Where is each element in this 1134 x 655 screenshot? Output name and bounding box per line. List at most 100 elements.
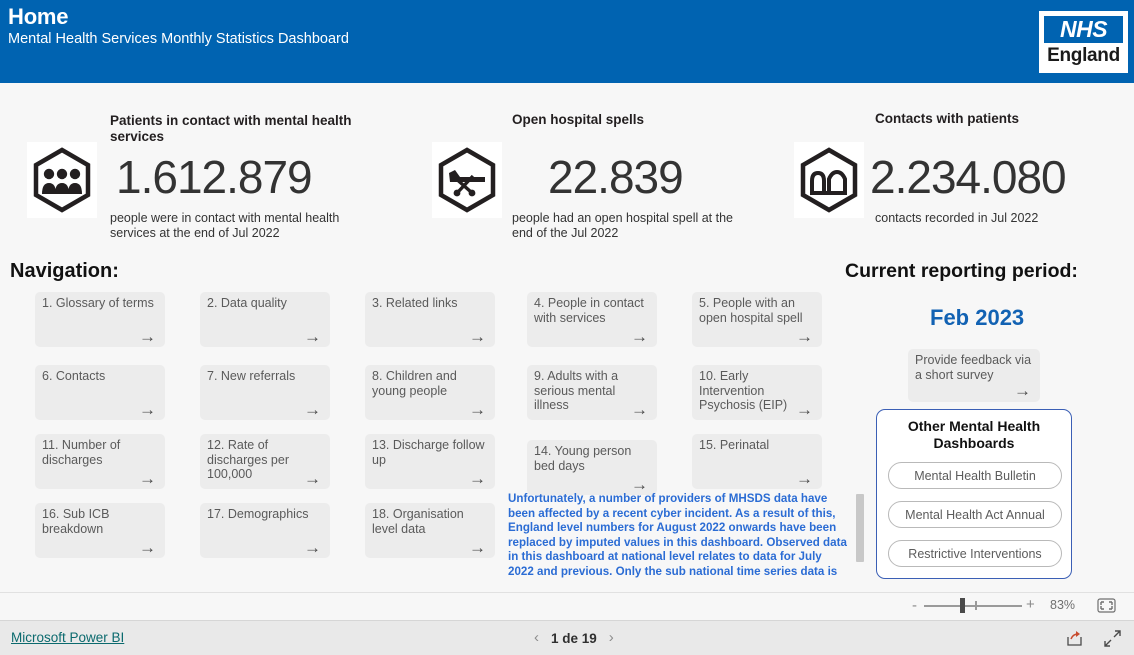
arrow-right-icon: →	[631, 327, 648, 346]
arrow-right-icon: →	[631, 475, 648, 494]
nav-card-label: 3. Related links	[372, 296, 458, 310]
kpi-value: 1.612.879	[116, 151, 313, 203]
navigation-heading: Navigation:	[10, 260, 119, 282]
nav-card-perinatal[interactable]: 15. Perinatal →	[692, 434, 822, 489]
mental-health-bulletin-button[interactable]: Mental Health Bulletin	[888, 462, 1062, 489]
nav-card-label: 2. Data quality	[207, 296, 287, 310]
other-dashboards-title: Other Mental Health Dashboards	[907, 418, 1041, 451]
reporting-period-title: Current reporting period:	[845, 260, 1078, 282]
nav-card-people-in-contact-with-services[interactable]: 4. People in contact with services →	[527, 292, 657, 347]
kpi-value: 2.234.080	[870, 151, 1067, 203]
mental-health-act-annual-button[interactable]: Mental Health Act Annual	[888, 501, 1062, 528]
arrow-right-icon: →	[139, 469, 156, 488]
page-title: Home	[8, 4, 69, 29]
reporting-period-value: Feb 2023	[930, 305, 1025, 330]
nav-card-young-person-bed-days[interactable]: 14. Young person bed days →	[527, 440, 657, 495]
nav-card-number-of-discharges[interactable]: 11. Number of discharges →	[35, 434, 165, 489]
nhs-england-logo: NHS England	[1039, 11, 1128, 73]
people-hexagon-icon	[27, 142, 97, 218]
nav-card-new-referrals[interactable]: 7. New referrals →	[200, 365, 330, 420]
nav-card-sub-icb-breakdown[interactable]: 16. Sub ICB breakdown →	[35, 503, 165, 558]
nav-card-label: 8. Children and young people	[372, 369, 457, 398]
kpi-title: Contacts with patients	[875, 111, 1020, 126]
power-bi-link[interactable]: Microsoft Power BI	[11, 630, 124, 645]
arrow-right-icon: →	[469, 538, 486, 557]
arrow-right-icon: →	[139, 538, 156, 557]
cyber-incident-notice: Unfortunately, a number of providers of …	[508, 492, 864, 578]
page-header: Home Mental Health Services Monthly Stat…	[0, 0, 1134, 83]
arrow-right-icon: →	[304, 469, 321, 488]
kpi-title: Patients in contact with mental health s…	[110, 113, 352, 144]
nav-card-people-with-open-hospital-spell[interactable]: 5. People with an open hospital spell →	[692, 292, 822, 347]
zoom-percent-label: 83%	[1050, 598, 1076, 612]
nhs-logo-text: NHS	[1044, 16, 1123, 43]
arrow-right-icon: →	[469, 400, 486, 419]
nav-card-label: 15. Perinatal	[699, 438, 770, 452]
kpi-description: people were in contact with mental healt…	[110, 211, 340, 240]
arrow-right-icon: →	[796, 327, 813, 346]
zoom-slider-tick	[975, 601, 977, 610]
contacts-hexagon-icon	[794, 142, 864, 218]
zoom-slider-track[interactable]	[924, 605, 1022, 607]
nav-card-adults-with-serious-mental-illness[interactable]: 9. Adults with a serious mental illness …	[527, 365, 657, 420]
arrow-right-icon: →	[469, 469, 486, 488]
page-subtitle: Mental Health Services Monthly Statistic…	[8, 31, 349, 47]
fullscreen-icon[interactable]	[1103, 629, 1122, 648]
other-dashboards-panel: Other Mental Health Dashboards Mental He…	[876, 409, 1072, 579]
arrow-right-icon: →	[796, 400, 813, 419]
nav-card-data-quality[interactable]: 2. Data quality →	[200, 292, 330, 347]
feedback-survey-button[interactable]: Provide feedback via a short survey →	[908, 349, 1040, 402]
arrow-right-icon: →	[1014, 381, 1031, 400]
nav-card-label: 11. Number of discharges	[42, 438, 121, 467]
nav-card-children-and-young-people[interactable]: 8. Children and young people →	[365, 365, 495, 420]
kpi-title: Open hospital spells	[512, 112, 645, 127]
nav-card-demographics[interactable]: 17. Demographics →	[200, 503, 330, 558]
notice-scrollbar-thumb[interactable]	[856, 494, 864, 562]
zoom-out-button[interactable]: -	[912, 598, 917, 614]
arrow-right-icon: →	[304, 327, 321, 346]
nav-card-label: 17. Demographics	[207, 507, 309, 521]
zoom-in-button[interactable]: +	[1026, 596, 1035, 614]
nav-card-rate-of-discharges[interactable]: 12. Rate of discharges per 100,000 →	[200, 434, 330, 489]
fit-to-page-icon[interactable]	[1097, 598, 1116, 613]
nav-card-related-links[interactable]: 3. Related links →	[365, 292, 495, 347]
arrow-right-icon: →	[139, 327, 156, 346]
page-navigator: ‹ 1 de 19 ›	[534, 629, 614, 647]
nav-card-label: 4. People in contact with services	[534, 296, 644, 325]
kpi-value: 22.839	[548, 151, 684, 203]
nav-card-label: 5. People with an open hospital spell	[699, 296, 803, 325]
arrow-right-icon: →	[631, 400, 648, 419]
report-footer: Microsoft Power BI ‹ 1 de 19 ›	[0, 620, 1134, 655]
nav-card-label: 16. Sub ICB breakdown	[42, 507, 110, 536]
nav-card-organisation-level-data[interactable]: 18. Organisation level data →	[365, 503, 495, 558]
restrictive-interventions-button[interactable]: Restrictive Interventions	[888, 540, 1062, 567]
arrow-right-icon: →	[796, 469, 813, 488]
page-indicator-label: 1 de 19	[551, 630, 597, 646]
notice-text: Unfortunately, a number of providers of …	[508, 492, 847, 578]
power-bi-report-page: Home Mental Health Services Monthly Stat…	[0, 0, 1134, 655]
nav-card-label: 6. Contacts	[42, 369, 106, 383]
nav-card-contacts[interactable]: 6. Contacts →	[35, 365, 165, 420]
nav-card-label: 1. Glossary of terms	[42, 296, 154, 310]
nav-card-discharge-follow-up[interactable]: 13. Discharge follow up →	[365, 434, 495, 489]
notice-scrollbar[interactable]	[856, 492, 864, 578]
hospital-bed-hexagon-icon	[432, 142, 502, 218]
arrow-right-icon: →	[139, 400, 156, 419]
kpi-description: people had an open hospital spell at the…	[512, 211, 734, 240]
nav-card-label: 14. Young person bed days	[534, 444, 632, 473]
share-icon[interactable]	[1065, 629, 1084, 648]
nav-card-glossary-of-terms[interactable]: 1. Glossary of terms →	[35, 292, 165, 347]
nhs-england-text: England	[1047, 45, 1120, 66]
arrow-right-icon: →	[469, 327, 486, 346]
nav-card-label: 7. New referrals	[207, 369, 296, 383]
arrow-right-icon: →	[304, 400, 321, 419]
feedback-label: Provide feedback via a short survey	[915, 353, 1032, 382]
nav-card-label: 13. Discharge follow up	[372, 438, 485, 467]
nav-card-early-intervention-psychosis[interactable]: 10. Early Intervention Psychosis (EIP) →	[692, 365, 822, 420]
zoom-slider-thumb[interactable]	[960, 598, 965, 613]
previous-page-button[interactable]: ‹	[534, 629, 539, 647]
kpi-description: contacts recorded in Jul 2022	[875, 211, 1039, 225]
nav-card-label: 18. Organisation level data	[372, 507, 464, 536]
next-page-button[interactable]: ›	[609, 629, 614, 647]
arrow-right-icon: →	[304, 538, 321, 557]
